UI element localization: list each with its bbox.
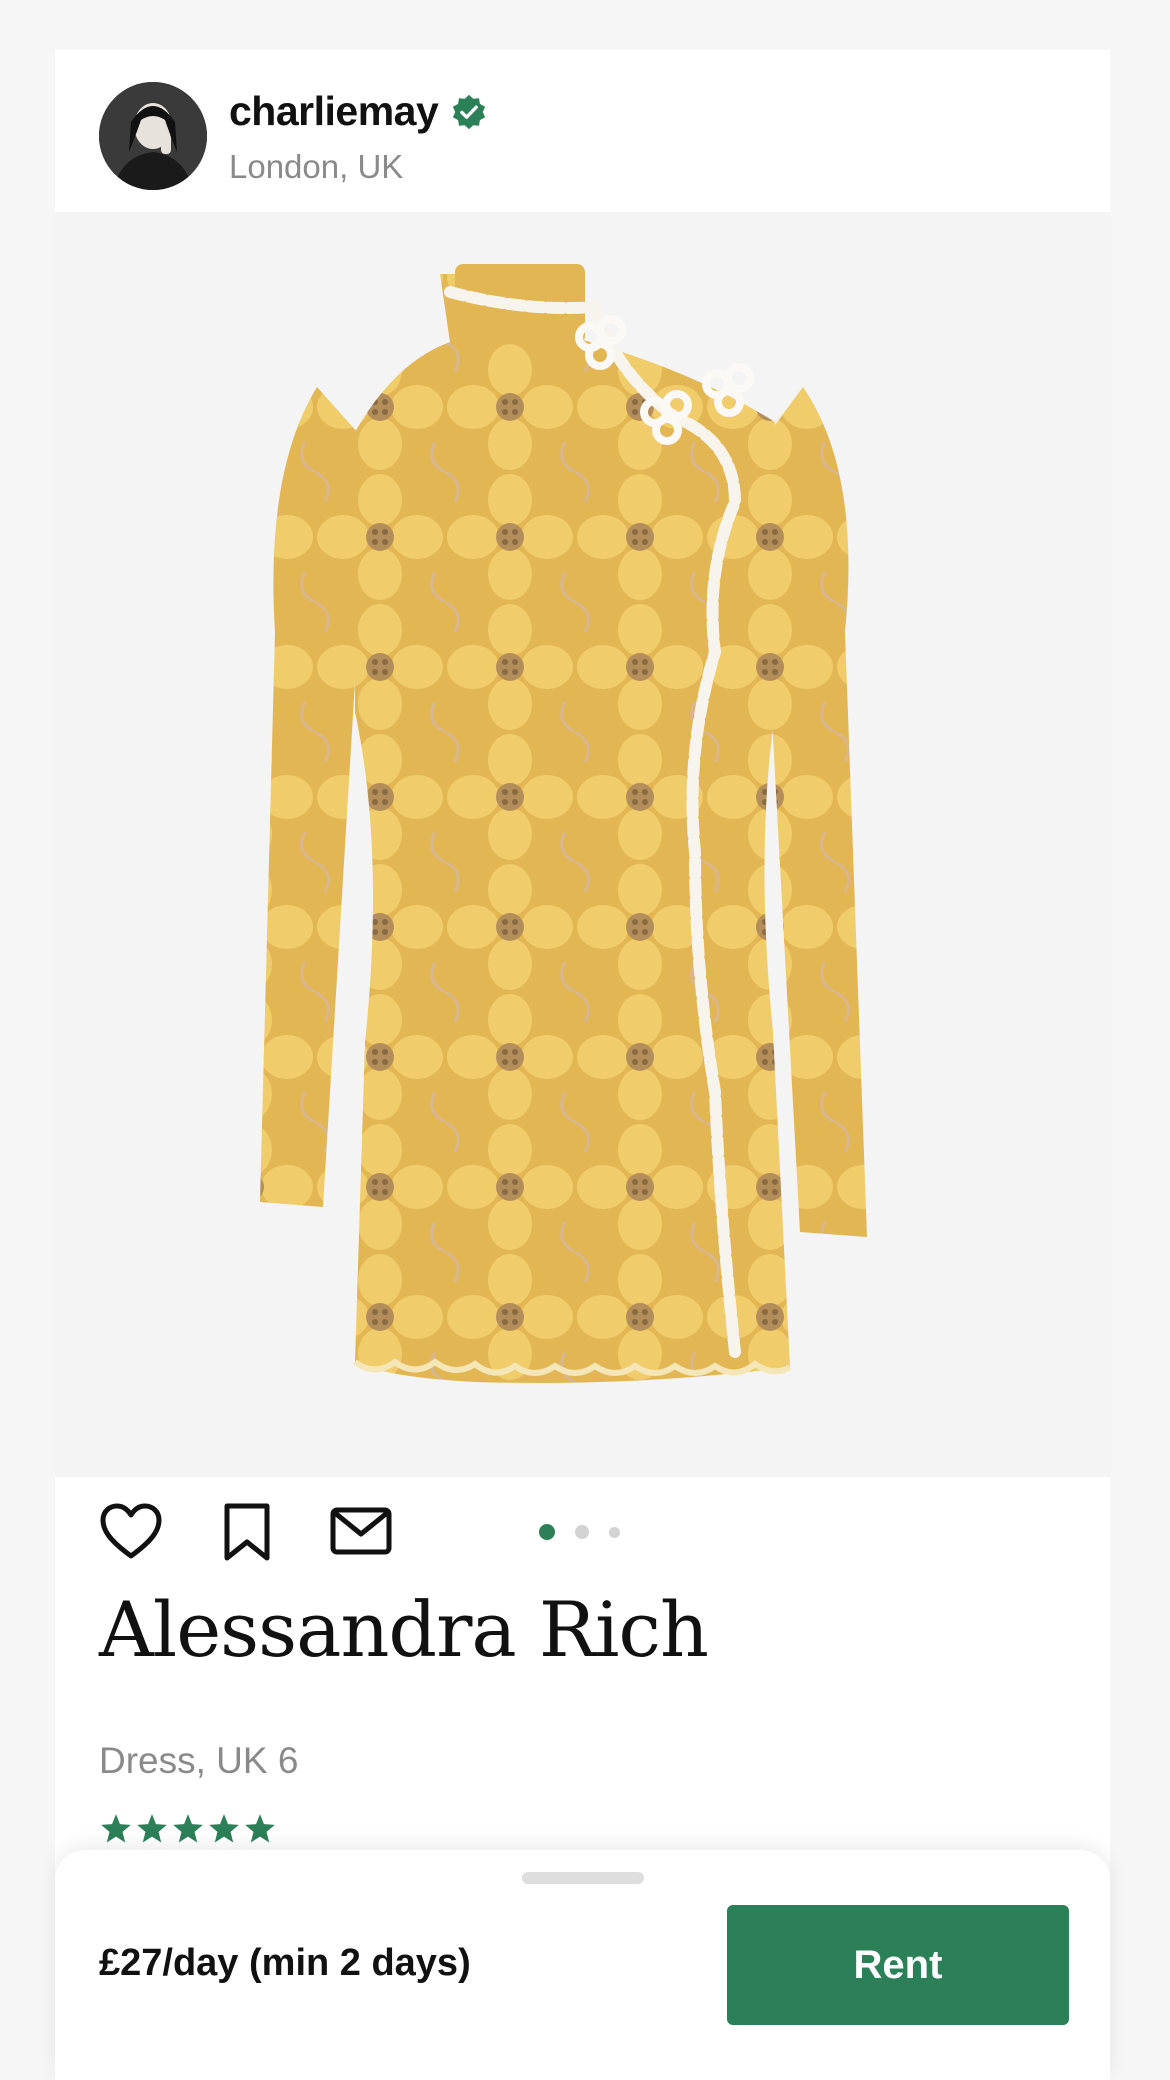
rent-button[interactable]: Rent	[727, 1905, 1069, 2025]
star-icon	[173, 1814, 203, 1843]
verified-badge-icon	[453, 94, 486, 129]
avatar[interactable]	[99, 82, 207, 190]
rental-bottom-sheet: £27/day (min 2 days) Rent	[55, 1850, 1110, 2080]
star-icon	[101, 1814, 131, 1843]
star-icon	[137, 1814, 167, 1843]
avatar-photo-icon	[99, 82, 207, 190]
username[interactable]: charliemay	[229, 88, 439, 135]
carousel-dot-active[interactable]	[539, 1524, 555, 1540]
rating-stars	[99, 1812, 277, 1846]
product-image[interactable]	[55, 212, 1110, 1477]
yellow-lace-dress-image-icon	[55, 212, 1110, 1477]
product-brand: Alessandra Rich	[99, 1585, 709, 1674]
product-description: Dress, UK 6	[99, 1740, 299, 1781]
location-text: London, UK	[229, 148, 404, 185]
star-icon	[245, 1814, 275, 1843]
username-row[interactable]: charliemay	[229, 88, 488, 135]
carousel-indicator	[539, 1524, 620, 1540]
carousel-dot[interactable]	[609, 1526, 620, 1538]
action-row	[99, 1502, 1059, 1566]
heart-icon[interactable]	[99, 1502, 163, 1562]
sheet-drag-handle[interactable]	[522, 1872, 644, 1884]
star-icon	[209, 1814, 239, 1843]
mail-icon[interactable]	[329, 1502, 393, 1562]
bookmark-icon[interactable]	[215, 1502, 279, 1562]
listing-card: charliemay London, UK Alessandra Rich Dr…	[55, 50, 1110, 2080]
price-text: £27/day (min 2 days)	[99, 1942, 471, 1984]
carousel-dot[interactable]	[575, 1525, 589, 1539]
